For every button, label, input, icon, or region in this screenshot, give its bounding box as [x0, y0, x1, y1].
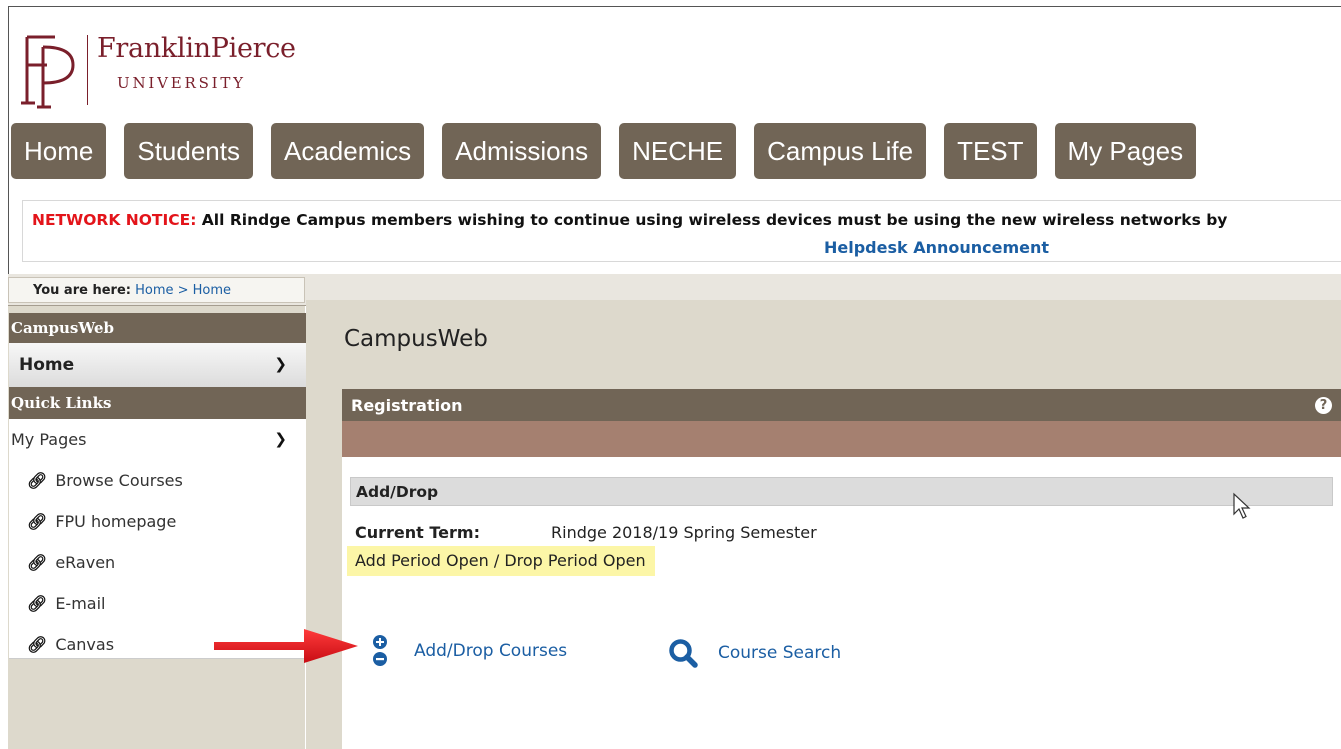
current-term-label: Current Term:	[355, 523, 480, 542]
quick-links-header: Quick Links	[9, 387, 306, 419]
main-gutter	[306, 300, 342, 749]
registration-band	[342, 421, 1341, 457]
magnifier-icon	[669, 639, 698, 668]
chevron-down-icon[interactable]: ❯	[274, 430, 287, 448]
course-search-link[interactable]: Course Search	[668, 638, 841, 668]
current-term-value: Rindge 2018/19 Spring Semester	[551, 523, 817, 542]
quick-link-label: eRaven	[55, 553, 116, 572]
link-icon: 🔗︎	[27, 512, 48, 531]
link-icon: 🔗︎	[27, 635, 48, 654]
breadcrumb-path[interactable]: Home > Home	[135, 283, 231, 298]
quick-links-list: My Pages ❯ 🔗︎ Browse Courses 🔗︎ FPU home…	[9, 419, 306, 659]
breadcrumb: You are here: Home > Home	[8, 277, 305, 303]
course-search-label: Course Search	[718, 643, 842, 663]
sidebar-item-home[interactable]: Home ❯	[9, 343, 306, 387]
add-drop-courses-link[interactable]: Add/Drop Courses	[372, 634, 567, 668]
mouse-cursor-icon	[1233, 492, 1251, 519]
quick-link-label: E-mail	[55, 594, 106, 613]
help-icon[interactable]: ?	[1315, 397, 1332, 414]
sidebar-header: CampusWeb	[9, 313, 306, 343]
add-drop-header: Add/Drop	[350, 477, 1333, 506]
quick-link-label: FPU homepage	[55, 512, 177, 531]
page-title: CampusWeb	[344, 326, 488, 352]
quick-link-email[interactable]: 🔗︎ E-mail	[9, 583, 306, 624]
red-arrow-annotation	[214, 629, 358, 663]
registration-portlet-header: Registration ?	[342, 389, 1341, 421]
sidebar-home-label: Home	[19, 355, 75, 375]
quick-link-eraven[interactable]: 🔗︎ eRaven	[9, 542, 306, 583]
link-icon: 🔗︎	[27, 594, 48, 613]
quick-link-label: Canvas	[55, 635, 115, 654]
my-pages-label: My Pages	[11, 430, 87, 449]
chevron-down-icon[interactable]: ❯	[274, 355, 287, 373]
registration-title: Registration	[351, 396, 463, 415]
link-icon: 🔗︎	[27, 471, 48, 490]
sidebar: CampusWeb Home ❯ Quick Links My Pages ❯ …	[9, 313, 306, 659]
plus-minus-icon	[373, 635, 387, 666]
add-drop-courses-label: Add/Drop Courses	[414, 641, 568, 661]
period-status: Add Period Open / Drop Period Open	[347, 546, 655, 576]
sidebar-item-my-pages[interactable]: My Pages ❯	[9, 419, 306, 460]
link-icon: 🔗︎	[27, 553, 48, 572]
quick-link-fpu-homepage[interactable]: 🔗︎ FPU homepage	[9, 501, 306, 542]
breadcrumb-label: You are here:	[33, 283, 131, 298]
quick-link-label: Browse Courses	[55, 471, 183, 490]
quick-link-browse-courses[interactable]: 🔗︎ Browse Courses	[9, 460, 306, 501]
